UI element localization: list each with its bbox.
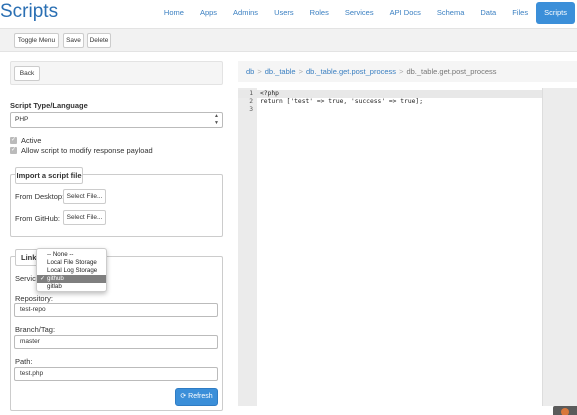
save-button[interactable]: Save [63, 33, 84, 48]
nav-schema[interactable]: Schema [429, 2, 473, 24]
breadcrumb-item-current: db._table.get.post_process [406, 67, 497, 76]
back-well: Back [10, 61, 223, 85]
service-option-github[interactable]: ✓ github [37, 275, 106, 283]
allow-modify-label: Allow script to modify response payload [21, 146, 153, 155]
desktop-select-file-button[interactable]: Select File... [63, 189, 106, 204]
nav-scripts[interactable]: Scripts [536, 2, 575, 24]
script-type-value: PHP [15, 116, 29, 123]
line-number: 2 [249, 98, 253, 105]
service-option-github-label: github [47, 275, 64, 282]
refresh-label: Refresh [188, 393, 213, 400]
nav-apps[interactable]: Apps [192, 2, 225, 24]
line-number: 3 [249, 106, 253, 113]
service-option-local-log-storage[interactable]: Local Log Storage [37, 267, 106, 275]
select-arrows-icon: ▲ ▼ [214, 113, 219, 126]
allow-modify-checkbox[interactable]: ✓ [10, 147, 17, 154]
active-label: Active [21, 136, 42, 145]
back-button[interactable]: Back [14, 66, 40, 81]
nav-admins[interactable]: Admins [225, 2, 266, 24]
nav-data[interactable]: Data [472, 2, 504, 24]
from-github-label: From GitHub: [15, 214, 61, 223]
breadcrumb-item-post-process-link[interactable]: db._table.get.post_process [306, 67, 396, 76]
nav-api-docs[interactable]: API Docs [382, 2, 429, 24]
service-dropdown-menu[interactable]: -- None -- Local File Storage Local Log … [36, 248, 107, 292]
editor-active-line [238, 90, 542, 98]
refresh-button[interactable]: ⟳ Refresh [175, 388, 218, 406]
breadcrumb: db > db._table > db._table.get.post_process >… [238, 61, 577, 82]
script-type-label: Script Type/Language [10, 101, 88, 110]
breadcrumb-separator: > [298, 67, 303, 76]
code-editor[interactable]: 1 2 3 <?php return ['test' => true, 'suc… [238, 88, 577, 406]
nav-files[interactable]: Files [504, 2, 536, 24]
top-header: Scripts Home Apps Admins Users Roles Ser… [0, 0, 577, 26]
path-input[interactable]: test.php [14, 367, 218, 381]
breadcrumb-separator: > [399, 67, 404, 76]
avatar-icon [561, 408, 569, 415]
repository-label: Repository: [15, 294, 53, 303]
github-select-file-button[interactable]: Select File... [63, 210, 106, 225]
code-line: <?php [260, 90, 279, 97]
toggle-menu-button[interactable]: Toggle Menu [14, 33, 59, 48]
editor-print-margin [542, 88, 577, 406]
main-nav: Home Apps Admins Users Roles Services AP… [156, 2, 575, 24]
breadcrumb-separator: > [257, 67, 262, 76]
branch-label: Branch/Tag: [15, 325, 56, 334]
active-checkbox[interactable]: ✓ [10, 137, 17, 144]
toolbar: Toggle Menu Save Delete [0, 28, 577, 52]
nav-home[interactable]: Home [156, 2, 192, 24]
line-number: 1 [249, 90, 253, 97]
code-line: return ['test' => true, 'success' => tru… [260, 98, 424, 105]
repository-input[interactable]: test-repo [14, 303, 218, 317]
nav-roles[interactable]: Roles [302, 2, 337, 24]
editor-gutter [238, 88, 257, 406]
check-icon: ✓ [40, 276, 46, 282]
script-type-select[interactable]: PHP ▲ ▼ [10, 112, 223, 128]
path-label: Path: [15, 357, 33, 366]
service-option-local-file-storage[interactable]: Local File Storage [37, 259, 106, 267]
breadcrumb-item-table[interactable]: db._table [265, 67, 296, 76]
refresh-icon: ⟳ [180, 393, 187, 400]
nav-services[interactable]: Services [337, 2, 382, 24]
service-option-gitlab[interactable]: gitlab [37, 283, 106, 291]
service-label: Servic [15, 274, 36, 283]
corner-widget[interactable] [553, 406, 577, 415]
branch-input[interactable]: master [14, 335, 218, 349]
import-legend: Import a script file [15, 167, 83, 184]
page-brand-title: Scripts [0, 1, 59, 22]
delete-button[interactable]: Delete [87, 33, 111, 48]
from-desktop-label: From Desktop: [15, 192, 65, 201]
nav-users[interactable]: Users [266, 2, 302, 24]
service-option-none[interactable]: -- None -- [37, 251, 106, 259]
